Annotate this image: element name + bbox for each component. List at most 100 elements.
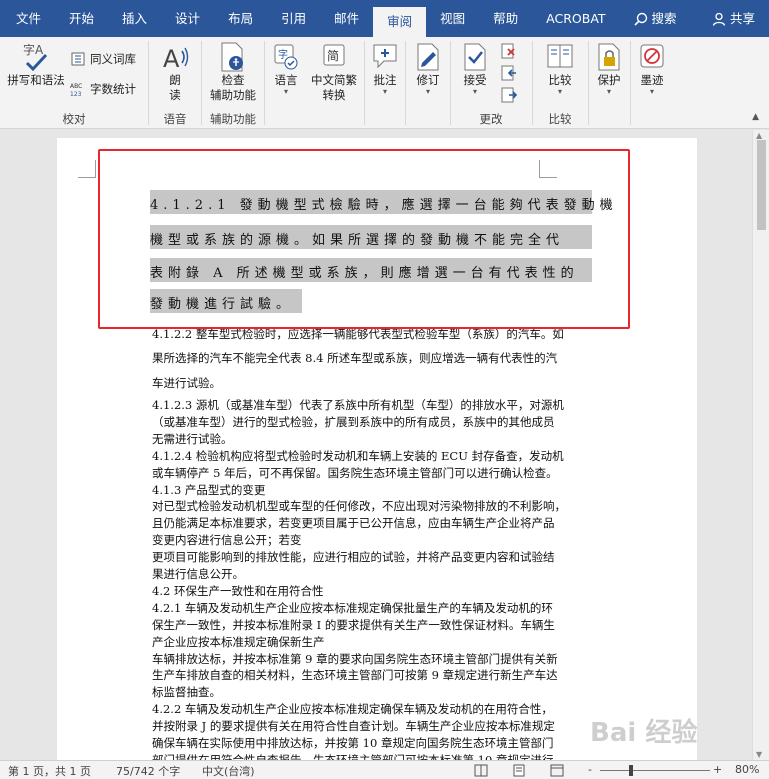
- group-proofing: 字A 拼写和语法 同义词库 ABC 123 字数统计 校对: [0, 37, 148, 129]
- ribbon-divider: [588, 41, 589, 125]
- word-count[interactable]: 75/742 个字: [116, 763, 180, 779]
- share-button[interactable]: 共享: [698, 0, 769, 37]
- tab-review[interactable]: 审阅: [373, 7, 427, 37]
- zoom-slider[interactable]: [600, 770, 710, 771]
- spelling-check-icon: 字A: [20, 41, 52, 73]
- search-box[interactable]: 搜索: [620, 0, 691, 37]
- body-text-line[interactable]: 变更内容进行信息公开；若变: [152, 532, 302, 548]
- ribbon-divider: [364, 41, 365, 125]
- group-proofing-label: 校对: [62, 112, 86, 126]
- chevron-down-icon: ▾: [472, 87, 477, 96]
- check-accessibility-button[interactable]: 检查 辅助功能: [204, 41, 262, 103]
- body-text-line[interactable]: 且仍能满足本标准要求，若变更项目属于已公开信息，应由车辆生产企业将产品: [152, 515, 555, 531]
- zoom-level[interactable]: 80%: [735, 763, 759, 776]
- page-count[interactable]: 第 1 页，共 1 页: [8, 763, 91, 779]
- group-speech: A 朗 读 语音: [149, 37, 201, 129]
- previous-change-icon[interactable]: [501, 65, 519, 81]
- chevron-down-icon: ▾: [606, 87, 611, 96]
- tab-home[interactable]: 开始: [55, 0, 108, 37]
- track-changes-button[interactable]: 修订 ▾: [408, 41, 448, 96]
- language-icon: 字: [270, 41, 302, 73]
- body-text-line[interactable]: 确保车辆在实际使用中排放达标，并按第 10 章规定向国务院生态环境主管部门: [152, 735, 553, 751]
- scroll-up-icon[interactable]: ▲: [756, 131, 762, 140]
- body-text-line[interactable]: 无需进行试验。: [152, 431, 233, 447]
- body-text-line[interactable]: 4.2.1 车辆及发动机生产企业应按本标准规定确保批量生产的车辆及发动机的环: [152, 600, 553, 616]
- comments-button[interactable]: 批注 ▾: [367, 41, 403, 96]
- body-text-line[interactable]: 4.1.2.2 整车型式检验时，应选择一辆能够代表型式检验车型（系族）的汽车。如: [152, 326, 564, 342]
- group-compare-label: 比较: [548, 112, 572, 126]
- accept-check-icon: [459, 41, 491, 73]
- spelling-grammar-button[interactable]: 字A 拼写和语法: [6, 41, 66, 88]
- zoom-slider-thumb[interactable]: [629, 765, 633, 776]
- margin-corner-top-left: [78, 160, 96, 178]
- read-mode-icon[interactable]: [474, 764, 488, 777]
- search-icon: [633, 12, 647, 26]
- vertical-scrollbar[interactable]: ▲ ▼: [752, 130, 769, 760]
- body-text-line[interactable]: 对已型式检验发动机机型或车型的任何修改，不应出现对污染物排放的不利影响，: [152, 498, 566, 514]
- language-status[interactable]: 中文(台湾): [202, 763, 255, 779]
- chinese-convert-icon: 简: [318, 41, 350, 73]
- selected-text-line[interactable]: 發動機進行試驗。: [150, 293, 294, 312]
- read-aloud-button[interactable]: A 朗 读: [157, 41, 193, 103]
- svg-text:简: 简: [327, 49, 339, 63]
- protect-button[interactable]: 保护 ▾: [590, 41, 628, 96]
- body-text-line[interactable]: 果进行信息公开。: [152, 566, 244, 582]
- body-text-line[interactable]: 产企业应按本标准规定确保新生产: [152, 634, 325, 650]
- body-text-line[interactable]: 或车辆停产 5 年后，可不再保留。国务院生态环境主管部门可以进行确认检查。: [152, 465, 558, 481]
- compare-button[interactable]: 比较 ▾: [541, 41, 579, 96]
- body-text-line[interactable]: 果所选择的汽车不能完全代表 8.4 所述车型或系族，则应增选一辆有代表性的汽: [152, 350, 557, 366]
- accessibility-check-icon: [217, 41, 249, 73]
- tab-view[interactable]: 视图: [426, 0, 479, 37]
- zoom-out-button[interactable]: -: [588, 763, 592, 776]
- selected-text-line[interactable]: 表附錄 A 所述機型或系族，則應增選一台有代表性的: [150, 262, 579, 281]
- language-button[interactable]: 字 语言 ▾: [268, 41, 304, 96]
- comment-icon: [369, 41, 401, 73]
- chevron-down-icon: ▾: [425, 87, 430, 96]
- tab-acrobat[interactable]: ACROBAT: [532, 0, 619, 37]
- scrollbar-thumb[interactable]: [757, 140, 766, 230]
- body-text-line[interactable]: 车辆排放达标，并按本标准第 9 章的要求向国务院生态环境主管部门提供有关新: [152, 651, 558, 667]
- body-text-line[interactable]: 更项目可能影响到的排放性能，应进行相应的试验，并将产品变更内容和试验结: [152, 549, 555, 565]
- tab-layout[interactable]: 布局: [214, 0, 267, 37]
- body-text-line[interactable]: 并按附录 J 的要求提供有关在用符合性自查计划。车辆生产企业应按本标准规定: [152, 718, 555, 734]
- print-layout-icon[interactable]: [512, 764, 526, 777]
- body-text-line[interactable]: 4.1.3 产品型式的变更: [152, 482, 265, 498]
- next-change-icon[interactable]: [501, 87, 519, 103]
- collapse-ribbon-icon[interactable]: ▲: [752, 112, 759, 122]
- ribbon-divider: [630, 41, 631, 125]
- selected-text-line[interactable]: 4.1.2.1 發動機型式檢驗時，應選擇一台能夠代表發動機: [150, 194, 618, 213]
- body-text-line[interactable]: 标监督抽查。: [152, 684, 221, 700]
- group-accessibility-label: 辅助功能: [210, 112, 256, 126]
- chevron-down-icon: ▾: [649, 87, 654, 96]
- body-text-line[interactable]: 4.2.2 车辆及发动机生产企业应按本标准规定确保车辆及发动机的在用符合性，: [152, 701, 553, 717]
- accept-button[interactable]: 接受 ▾: [455, 41, 495, 96]
- ink-button[interactable]: 墨迹 ▾: [633, 41, 671, 96]
- tab-help[interactable]: 帮助: [479, 0, 532, 37]
- svg-text:123: 123: [70, 91, 82, 97]
- body-text-line[interactable]: 4.2 环保生产一致性和在用符合性: [152, 583, 323, 599]
- group-speech-label: 语音: [163, 112, 187, 126]
- body-text-line[interactable]: （或基准车型）进行的型式检验，扩展到系族中的所有成员，系族中的其他成员: [152, 414, 555, 430]
- scroll-down-icon[interactable]: ▼: [756, 750, 762, 759]
- status-bar: 第 1 页，共 1 页 75/742 个字 中文(台湾) - + 80%: [0, 760, 769, 779]
- tab-file[interactable]: 文件: [0, 0, 55, 37]
- tab-mailings[interactable]: 邮件: [320, 0, 373, 37]
- body-text-line[interactable]: 生产车排放自查的相关材料，生态环境主管部门可按第 9 章规定进行新生产车达: [152, 667, 558, 683]
- body-text-line[interactable]: 保生产一致性，并按本标准附录 I 的要求提供有关生产一致性保证材料。车辆生: [152, 617, 555, 633]
- web-layout-icon[interactable]: [550, 764, 564, 777]
- svg-text:字A: 字A: [23, 42, 44, 57]
- body-text-line[interactable]: 4.1.2.3 源机（或基准车型）代表了系族中所有机型（车型）的排放水平，对源机: [152, 397, 564, 413]
- ribbon-divider: [264, 41, 265, 125]
- tab-design[interactable]: 设计: [161, 0, 214, 37]
- word-count-button[interactable]: ABC 123 字数统计: [70, 81, 136, 97]
- tab-insert[interactable]: 插入: [108, 0, 161, 37]
- body-text-line[interactable]: 车进行试验。: [152, 375, 221, 391]
- tab-references[interactable]: 引用: [267, 0, 320, 37]
- thesaurus-button[interactable]: 同义词库: [70, 51, 136, 67]
- selected-text-line[interactable]: 機型或系族的源機。如果所選擇的發動機不能完全代: [150, 229, 564, 248]
- zoom-in-button[interactable]: +: [713, 763, 722, 776]
- ink-icon: [636, 41, 668, 73]
- chinese-conversion-button[interactable]: 简 中文简繁 转换: [306, 41, 362, 103]
- reject-icon[interactable]: [501, 43, 519, 59]
- body-text-line[interactable]: 4.1.2.4 检验机构应将型式检验时发动机和车辆上安装的 ECU 封存备查，发…: [152, 448, 564, 464]
